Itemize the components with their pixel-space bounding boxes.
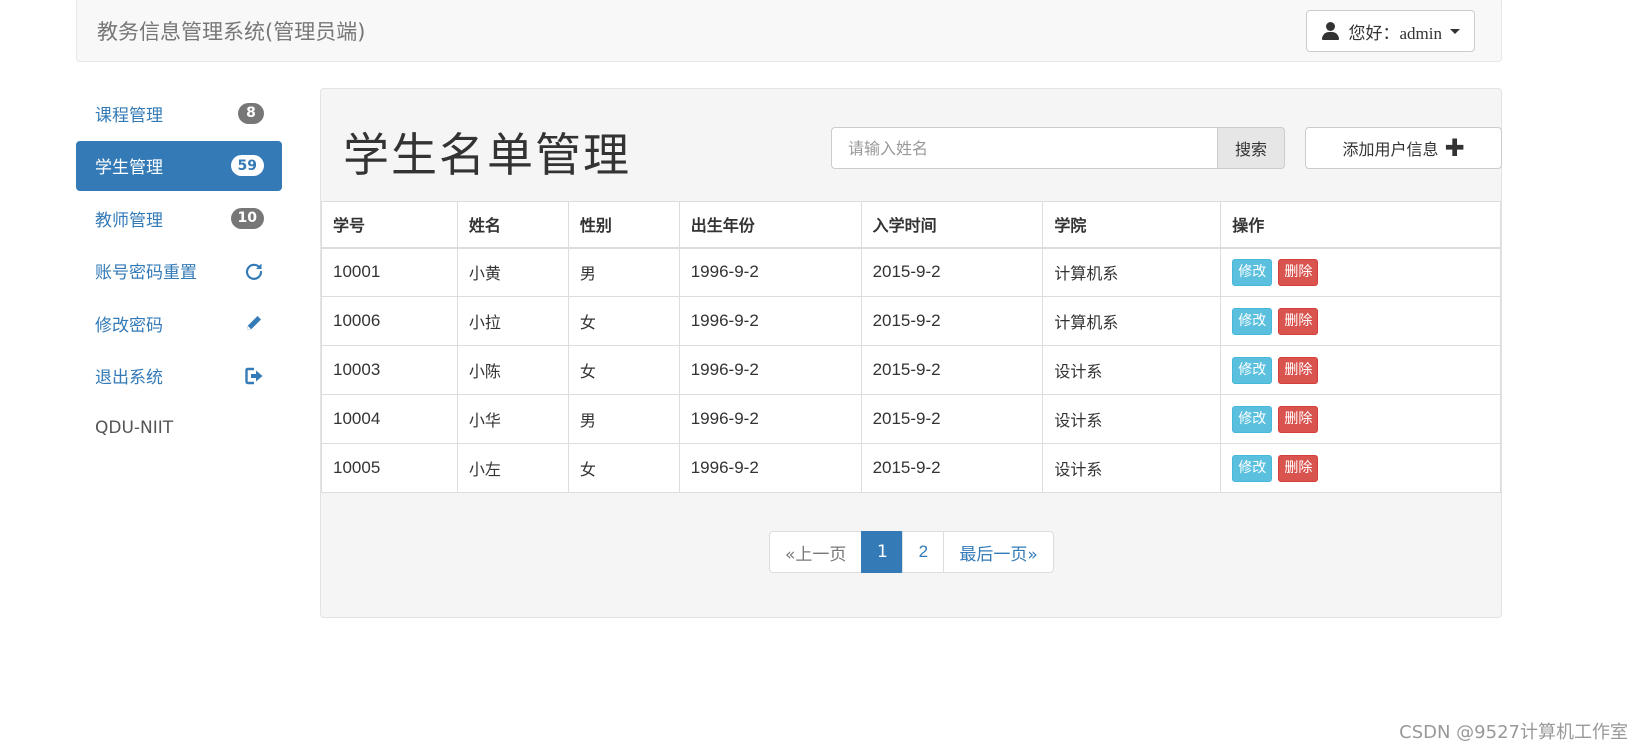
cell-college: 计算机系 — [1042, 296, 1222, 346]
table-row: 10001 小黄 男 1996-9-2 2015-9-2 计算机系 修改 删除 — [321, 247, 1501, 297]
app-brand[interactable]: 教务信息管理系统(管理员端) — [97, 16, 365, 46]
count-badge: 10 — [230, 207, 264, 229]
cell-gender: 女 — [567, 345, 680, 395]
logout-icon — [244, 366, 264, 386]
cell-gender: 男 — [567, 394, 680, 444]
column-header: 性别 — [567, 201, 680, 249]
cell-actions: 修改 删除 — [1220, 345, 1501, 395]
cell-name: 小华 — [456, 394, 569, 444]
cell-gender: 女 — [567, 443, 680, 493]
table-row: 10006 小拉 女 1996-9-2 2015-9-2 计算机系 修改 删除 — [321, 296, 1501, 346]
column-header: 入学时间 — [860, 201, 1044, 249]
top-navbar: 教务信息管理系统(管理员端) 您好：admin — [76, 0, 1502, 62]
cell-actions: 修改 删除 — [1220, 296, 1501, 346]
cell-enroll: 2015-9-2 — [860, 345, 1044, 395]
table-header-row: 学号 姓名 性别 出生年份 入学时间 学院 操作 — [321, 201, 1501, 249]
delete-button[interactable]: 删除 — [1278, 405, 1319, 433]
cell-college: 设计系 — [1042, 443, 1222, 493]
search-button[interactable]: 搜索 — [1217, 127, 1285, 169]
edit-button[interactable]: 修改 — [1232, 307, 1273, 335]
sidebar-item-student[interactable]: 学生管理 59 — [76, 140, 282, 191]
column-header: 学号 — [321, 201, 458, 249]
sidebar-item-label: 修改密码 — [95, 315, 163, 336]
sidebar-nav: 课程管理 8 学生管理 59 教师管理 10 账号密码重置 修改密码 退出系统 … — [76, 88, 282, 453]
cell-birth: 1996-9-2 — [678, 394, 862, 444]
cell-name: 小陈 — [456, 345, 569, 395]
sidebar-item-label: 课程管理 — [95, 105, 163, 126]
page-link-1[interactable]: 1 — [861, 531, 904, 573]
cell-enroll: 2015-9-2 — [860, 247, 1044, 297]
cell-student-id: 10004 — [321, 394, 458, 444]
column-header: 出生年份 — [678, 201, 862, 249]
delete-button[interactable]: 删除 — [1278, 356, 1319, 384]
main-panel: 学生名单管理 搜索 添加用户信息 ✚ 学号 姓名 性别 出生年份 入学时间 学院… — [320, 88, 1502, 618]
student-table: 学号 姓名 性别 出生年份 入学时间 学院 操作 10001 小黄 男 1996… — [321, 201, 1501, 493]
cell-college: 设计系 — [1042, 394, 1222, 444]
cell-actions: 修改 删除 — [1220, 247, 1501, 297]
prev-page-link[interactable]: «上一页 — [769, 531, 863, 573]
column-header: 姓名 — [456, 201, 569, 249]
cell-birth: 1996-9-2 — [678, 345, 862, 395]
cell-student-id: 10003 — [321, 345, 458, 395]
delete-button[interactable]: 删除 — [1278, 258, 1319, 286]
delete-button[interactable]: 删除 — [1278, 454, 1319, 482]
sidebar-item-change-password[interactable]: 修改密码 — [76, 298, 282, 348]
cell-actions: 修改 删除 — [1220, 443, 1501, 493]
cell-student-id: 10001 — [321, 247, 458, 297]
cell-birth: 1996-9-2 — [678, 443, 862, 493]
cell-enroll: 2015-9-2 — [860, 443, 1044, 493]
pencil-icon — [244, 313, 264, 333]
user-greeting: 您好：admin — [1348, 23, 1443, 43]
user-dropdown-button[interactable]: 您好：admin — [1305, 10, 1475, 52]
cell-student-id: 10005 — [321, 443, 458, 493]
cell-gender: 女 — [567, 296, 680, 346]
cell-enroll: 2015-9-2 — [860, 296, 1044, 346]
sidebar-item-label: 账号密码重置 — [95, 263, 197, 283]
edit-button[interactable]: 修改 — [1232, 258, 1273, 286]
count-badge: 8 — [238, 102, 264, 124]
cell-birth: 1996-9-2 — [678, 296, 862, 346]
watermark: CSDN @9527计算机工作室 — [1399, 722, 1628, 743]
pagination: «上一页 1 2 最后一页» — [769, 531, 1054, 573]
sidebar-item-course[interactable]: 课程管理 8 — [76, 88, 282, 138]
cell-actions: 修改 删除 — [1220, 394, 1501, 444]
edit-button[interactable]: 修改 — [1232, 356, 1273, 384]
sidebar-footer: QDU-NIIT — [95, 418, 174, 438]
cell-college: 设计系 — [1042, 345, 1222, 395]
page-link-2[interactable]: 2 — [902, 531, 945, 573]
column-header: 学院 — [1042, 201, 1222, 249]
cell-enroll: 2015-9-2 — [860, 394, 1044, 444]
cell-name: 小拉 — [456, 296, 569, 346]
cell-birth: 1996-9-2 — [678, 247, 862, 297]
sidebar-item-label: 学生管理 — [95, 158, 163, 178]
cell-name: 小左 — [456, 443, 569, 493]
refresh-icon — [244, 261, 264, 281]
sidebar-item-teacher[interactable]: 教师管理 10 — [76, 193, 282, 243]
last-page-link[interactable]: 最后一页» — [943, 531, 1054, 573]
cell-gender: 男 — [567, 247, 680, 297]
page-title: 学生名单管理 — [343, 128, 631, 182]
plus-icon: ✚ — [1444, 134, 1465, 162]
edit-button[interactable]: 修改 — [1232, 454, 1273, 482]
add-user-button[interactable]: 添加用户信息 ✚ — [1305, 127, 1502, 169]
table-row: 10003 小陈 女 1996-9-2 2015-9-2 设计系 修改 删除 — [321, 345, 1501, 395]
sidebar-item-label: 退出系统 — [95, 368, 163, 388]
search-input[interactable] — [831, 127, 1217, 169]
user-icon — [1321, 21, 1341, 41]
add-user-label: 添加用户信息 — [1342, 140, 1439, 159]
cell-college: 计算机系 — [1042, 247, 1222, 297]
edit-button[interactable]: 修改 — [1232, 405, 1273, 433]
count-badge: 59 — [230, 155, 264, 176]
column-header: 操作 — [1220, 201, 1501, 249]
search-group: 搜索 — [831, 127, 1285, 169]
delete-button[interactable]: 删除 — [1278, 307, 1319, 335]
sidebar-item-label: 教师管理 — [95, 210, 163, 231]
cell-student-id: 10006 — [321, 296, 458, 346]
cell-name: 小黄 — [456, 247, 569, 297]
table-row: 10005 小左 女 1996-9-2 2015-9-2 设计系 修改 删除 — [321, 443, 1501, 493]
caret-down-icon — [1450, 28, 1460, 34]
table-row: 10004 小华 男 1996-9-2 2015-9-2 设计系 修改 删除 — [321, 394, 1501, 444]
sidebar-item-logout[interactable]: 退出系统 — [76, 351, 282, 401]
sidebar-item-reset-password[interactable]: 账号密码重置 — [76, 246, 282, 296]
